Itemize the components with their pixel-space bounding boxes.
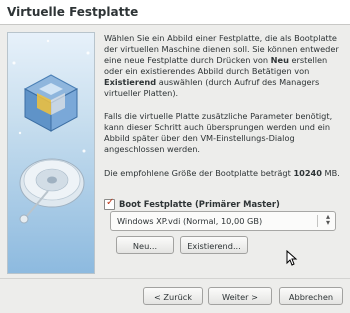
button-area-divider (0, 278, 350, 279)
new-disk-button[interactable]: Neu... (116, 236, 174, 254)
cancel-button[interactable]: Abbrechen (279, 287, 343, 305)
existing-disk-button[interactable]: Existierend... (180, 236, 248, 254)
select-separator (317, 215, 318, 227)
dialog-header: Virtuelle Festplatte (0, 0, 350, 25)
boot-disk-checkbox-row[interactable]: ✓ Boot Festplatte (Primärer Master) (104, 197, 344, 210)
dialog-title: Virtuelle Festplatte (7, 5, 139, 19)
description-paragraph-1: Wählen Sie ein Abbild einer Festplatte, … (104, 33, 339, 98)
virtualbox-logo-icon (12, 39, 90, 224)
next-button[interactable]: Weiter > (208, 287, 272, 305)
boot-disk-checkbox[interactable]: ✓ (104, 197, 115, 210)
checkmark-icon: ✓ (106, 197, 115, 208)
disk-image-select-value: Windows XP.vdi (Normal, 10,00 GB) (117, 216, 263, 226)
wizard-side-image (7, 32, 95, 274)
select-arrows-icon: ▴ ▾ (325, 212, 330, 227)
mouse-pointer-icon (286, 250, 298, 266)
description-paragraph-3: Die empfohlene Größe der Bootplatte betr… (104, 168, 340, 178)
description-paragraph-2: Falls die virtuelle Platte zusätzliche P… (104, 111, 333, 154)
boot-disk-checkbox-label: Boot Festplatte (Primärer Master) (119, 199, 280, 209)
disk-image-select[interactable]: Windows XP.vdi (Normal, 10,00 GB) ▴ ▾ (110, 211, 336, 231)
back-button[interactable]: < Zurück (143, 287, 203, 305)
